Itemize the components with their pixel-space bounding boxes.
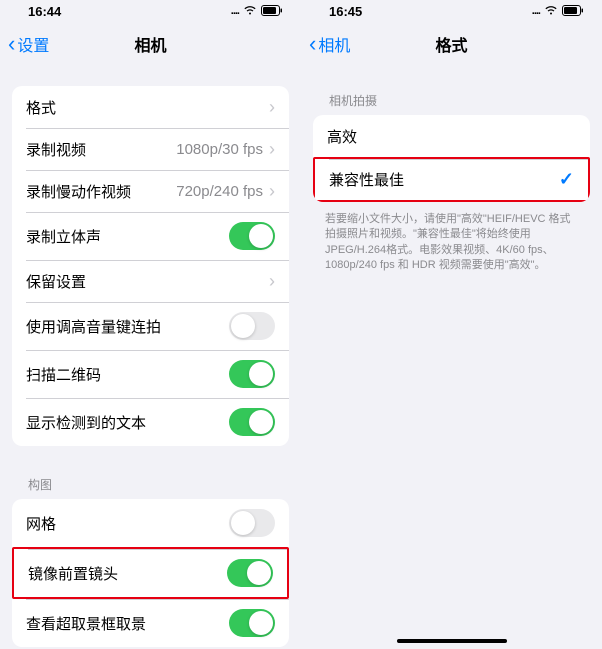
nav-back-label: 设置 xyxy=(17,32,49,56)
toggle-stereo[interactable] xyxy=(229,222,275,250)
section-header-capture: 相机拍摄 xyxy=(301,86,602,115)
status-bar: 16:45 .... xyxy=(301,0,602,22)
footer-format: 若要缩小文件大小，请使用"高效"HEIF/HEVC 格式拍摄照片和视频。"兼容性… xyxy=(301,212,602,284)
row-view-outside-frame: 查看超取景框取景 xyxy=(12,599,289,647)
nav-bar: ‹ 设置 相机 xyxy=(0,22,301,66)
nav-bar: ‹ 相机 格式 xyxy=(301,22,602,66)
nav-back-button[interactable]: ‹ 相机 xyxy=(309,32,350,56)
row-label: 显示检测到的文本 xyxy=(26,412,146,433)
signal-dots-icon: .... xyxy=(532,5,540,17)
toggle-grid[interactable] xyxy=(229,509,275,537)
row-label: 录制慢动作视频 xyxy=(26,181,131,202)
battery-icon xyxy=(261,4,283,19)
wifi-icon xyxy=(243,4,257,19)
group-composition: 网格 镜像前置镜头 查看超取景框取景 xyxy=(12,499,289,647)
row-detail: 720p/240 fps xyxy=(176,183,263,200)
row-label: 高效 xyxy=(327,126,357,147)
row-label: 兼容性最佳 xyxy=(329,169,404,190)
chevron-right-icon: › xyxy=(269,181,275,202)
status-right: .... xyxy=(231,4,283,19)
row-volume-burst: 使用调高音量键连拍 xyxy=(12,302,289,350)
toggle-view-outside-frame[interactable] xyxy=(229,609,275,637)
wifi-icon xyxy=(544,4,558,19)
nav-back-button[interactable]: ‹ 设置 xyxy=(8,32,49,56)
camera-settings-screen: 16:44 .... ‹ 设置 相机 格式 › 录制视频 xyxy=(0,0,301,649)
row-label: 扫描二维码 xyxy=(26,364,101,385)
content: 相机拍摄 高效 兼容性最佳 ✓ 若要缩小文件大小，请使用"高效"HEIF/HEV… xyxy=(301,66,602,649)
row-label: 格式 xyxy=(26,97,56,118)
toggle-volume-burst[interactable] xyxy=(229,312,275,340)
nav-back-label: 相机 xyxy=(318,32,350,56)
nav-title: 相机 xyxy=(134,32,166,56)
row-most-compatible[interactable]: 兼容性最佳 ✓ xyxy=(313,157,590,202)
chevron-right-icon: › xyxy=(269,97,275,118)
row-mirror-front: 镜像前置镜头 xyxy=(12,547,289,599)
status-time: 16:44 xyxy=(28,4,61,19)
row-label: 镜像前置镜头 xyxy=(28,563,118,584)
row-label: 录制立体声 xyxy=(26,226,101,247)
row-label: 网格 xyxy=(26,513,56,534)
battery-icon xyxy=(562,4,584,19)
group-main: 格式 › 录制视频 1080p/30 fps › 录制慢动作视频 720p/24… xyxy=(12,86,289,446)
status-bar: 16:44 .... xyxy=(0,0,301,22)
toggle-scan-qr[interactable] xyxy=(229,360,275,388)
group-format: 高效 兼容性最佳 ✓ xyxy=(313,115,590,202)
row-label: 查看超取景框取景 xyxy=(26,613,146,634)
row-record-slomo[interactable]: 录制慢动作视频 720p/240 fps › xyxy=(12,170,289,212)
chevron-left-icon: ‹ xyxy=(309,33,316,55)
toggle-mirror-front[interactable] xyxy=(227,559,273,587)
row-stereo: 录制立体声 xyxy=(12,212,289,260)
format-settings-screen: 16:45 .... ‹ 相机 格式 相机拍摄 高效 兼容性最佳 ✓ xyxy=(301,0,602,649)
content: 格式 › 录制视频 1080p/30 fps › 录制慢动作视频 720p/24… xyxy=(0,66,301,649)
row-grid: 网格 xyxy=(12,499,289,547)
checkmark-icon: ✓ xyxy=(559,169,574,190)
row-record-video[interactable]: 录制视频 1080p/30 fps › xyxy=(12,128,289,170)
chevron-left-icon: ‹ xyxy=(8,33,15,55)
nav-title: 格式 xyxy=(435,32,467,56)
toggle-detect-text[interactable] xyxy=(229,408,275,436)
row-detect-text: 显示检测到的文本 xyxy=(12,398,289,446)
row-label: 保留设置 xyxy=(26,271,86,292)
row-high-efficiency[interactable]: 高效 xyxy=(313,115,590,157)
signal-dots-icon: .... xyxy=(231,5,239,17)
row-format[interactable]: 格式 › xyxy=(12,86,289,128)
row-label: 使用调高音量键连拍 xyxy=(26,316,161,337)
chevron-right-icon: › xyxy=(269,271,275,292)
row-detail: 1080p/30 fps xyxy=(176,141,263,158)
chevron-right-icon: › xyxy=(269,139,275,160)
row-scan-qr: 扫描二维码 xyxy=(12,350,289,398)
status-right: .... xyxy=(532,4,584,19)
row-label: 录制视频 xyxy=(26,139,86,160)
section-header-composition: 构图 xyxy=(0,470,301,499)
status-time: 16:45 xyxy=(329,4,362,19)
row-preserve[interactable]: 保留设置 › xyxy=(12,260,289,302)
home-indicator[interactable] xyxy=(397,639,507,643)
